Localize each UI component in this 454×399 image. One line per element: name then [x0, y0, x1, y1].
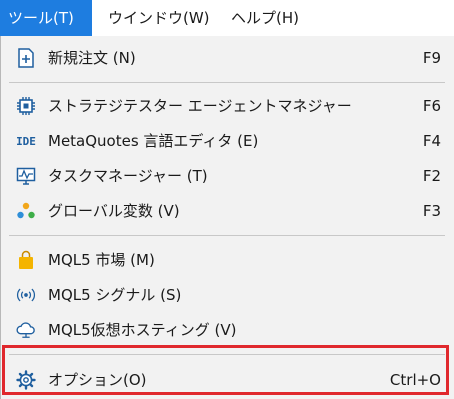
menu-item-mql5-signals[interactable]: MQL5 シグナル (S) [1, 279, 454, 311]
ide-icon-text: IDE [16, 134, 36, 148]
monitor-icon [16, 166, 36, 186]
menu-separator [9, 235, 445, 236]
menu-separator [9, 354, 445, 355]
menu-item-new-order[interactable]: 新規注文 (N) F9 [1, 42, 454, 74]
menu-window[interactable]: ウインドウ(W) [100, 0, 218, 36]
menu-tools[interactable]: ツール(T) [0, 0, 92, 36]
new-order-icon [16, 48, 36, 68]
menu-item-options[interactable]: オプション(O) Ctrl+O [1, 364, 454, 396]
menu-item-label: 新規注文 (N) [48, 49, 136, 67]
menu-item-task-manager[interactable]: タスクマネージャー (T) F2 [1, 160, 454, 192]
tools-dropdown-menu: 新規注文 (N) F9 ストラテジテスター エージェントマネジャー F6 IDE… [0, 36, 454, 399]
menu-help[interactable]: ヘルプ(H) [223, 0, 307, 36]
menu-item-global-variables[interactable]: グローバル変数 (V) F3 [1, 195, 454, 227]
menu-item-label: MetaQuotes 言語エディタ (E) [48, 132, 259, 150]
menu-item-label: タスクマネージャー (T) [48, 167, 208, 185]
shortcut-label: F3 [422, 202, 441, 220]
shopping-bag-icon [16, 250, 36, 270]
menu-item-label: MQL5 市場 (M) [48, 251, 155, 269]
menu-bar: ツール(T) ウインドウ(W) ヘルプ(H) [0, 0, 454, 37]
shortcut-label: F2 [422, 167, 441, 185]
shortcut-label: Ctrl+O [389, 371, 441, 389]
shortcut-label: F9 [422, 49, 441, 67]
shortcut-label: F4 [422, 132, 441, 150]
ide-icon: IDE [16, 131, 36, 151]
menu-item-label: オプション(O) [48, 371, 147, 389]
menu-item-mql5-market[interactable]: MQL5 市場 (M) [1, 244, 454, 276]
gear-icon [16, 370, 36, 390]
menu-item-label: MQL5 シグナル (S) [48, 286, 182, 304]
menu-item-label: グローバル変数 (V) [48, 202, 180, 220]
menu-item-mql5-vps[interactable]: MQL5仮想ホスティング (V) [1, 314, 454, 346]
menu-item-metaeditor[interactable]: IDE MetaQuotes 言語エディタ (E) F4 [1, 125, 454, 157]
menu-item-label: MQL5仮想ホスティング (V) [48, 321, 237, 339]
signal-icon [16, 285, 36, 305]
chip-icon [16, 96, 36, 116]
menu-separator [9, 82, 445, 83]
cloud-icon [16, 320, 36, 340]
dots-icon [16, 201, 36, 221]
menu-item-label: ストラテジテスター エージェントマネジャー [48, 97, 352, 115]
menu-item-tester-agent-manager[interactable]: ストラテジテスター エージェントマネジャー F6 [1, 90, 454, 122]
shortcut-label: F6 [422, 97, 441, 115]
